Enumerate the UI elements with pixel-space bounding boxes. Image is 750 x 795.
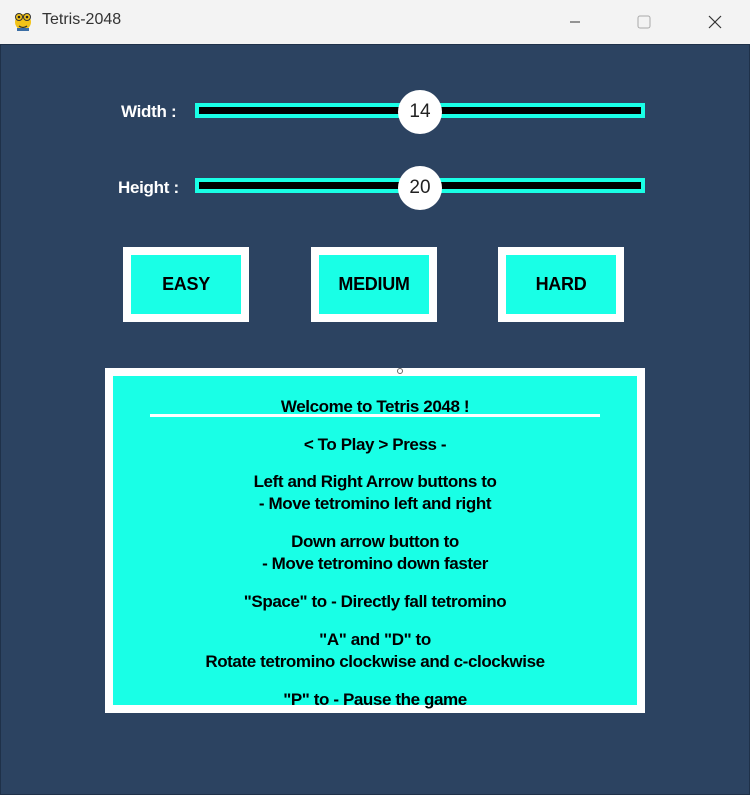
- mouse-cursor-icon: [397, 368, 403, 374]
- app-window: Tetris-2048 Width : 14 Height : 20 EASY …: [0, 0, 750, 795]
- title-divider: [150, 414, 600, 417]
- hard-button-label: HARD: [506, 255, 616, 314]
- medium-button[interactable]: MEDIUM: [311, 247, 437, 322]
- instruction-line: Left and Right Arrow buttons to: [253, 472, 497, 491]
- window-title: Tetris-2048: [42, 11, 122, 28]
- instruction-line: Down arrow button to: [291, 532, 459, 551]
- easy-button-label: EASY: [131, 255, 241, 314]
- instruction-line: Rotate tetromino clockwise and c-clockwi…: [205, 652, 545, 671]
- instruction-line: "P" to - Pause the game: [283, 690, 467, 709]
- width-label: Width :: [121, 102, 177, 121]
- maximize-button[interactable]: [621, 0, 667, 44]
- instruction-line: - Move tetromino down faster: [262, 554, 488, 573]
- hard-button[interactable]: HARD: [498, 247, 624, 322]
- title-bar: Tetris-2048: [0, 0, 750, 44]
- instruction-line: - Move tetromino left and right: [258, 494, 492, 513]
- instruction-line: < To Play > Press -: [303, 435, 447, 454]
- easy-button[interactable]: EASY: [123, 247, 249, 322]
- instruction-line: "Space" to - Directly fall tetromino: [243, 592, 507, 611]
- instructions-panel-body: Welcome to Tetris 2048 ! < To Play > Pre…: [113, 376, 637, 709]
- medium-button-label: MEDIUM: [319, 255, 429, 314]
- height-slider-knob[interactable]: 20: [398, 166, 442, 210]
- height-label: Height :: [118, 178, 179, 197]
- minimize-button[interactable]: [552, 0, 598, 44]
- instructions-panel: Welcome to Tetris 2048 ! < To Play > Pre…: [105, 368, 645, 713]
- close-button[interactable]: [692, 0, 738, 44]
- pygame-snake-icon: [12, 10, 34, 32]
- width-slider-knob[interactable]: 14: [398, 90, 442, 134]
- instruction-line: "A" and "D" to: [319, 630, 431, 649]
